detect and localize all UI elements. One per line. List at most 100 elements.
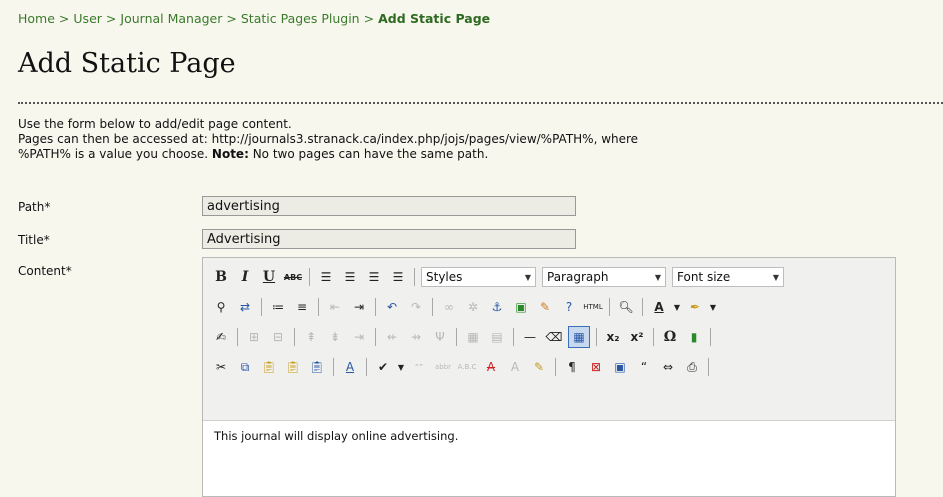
image-icon[interactable]: ▣ bbox=[511, 297, 531, 317]
path-input[interactable] bbox=[202, 196, 576, 216]
row-before-icon[interactable]: ⇞ bbox=[301, 327, 321, 347]
chevron-down-icon[interactable]: ▼ bbox=[673, 297, 681, 317]
align-center-icon[interactable]: ☰ bbox=[340, 267, 360, 287]
paste-icon[interactable]: 📋︎ bbox=[259, 357, 279, 377]
text-color-icon[interactable]: A bbox=[649, 297, 669, 317]
intro-line-1: Use the form below to add/edit page cont… bbox=[18, 117, 292, 131]
bullet-list-icon[interactable]: ≔ bbox=[268, 297, 288, 317]
toolbar-separator bbox=[710, 328, 711, 346]
delete-col-icon[interactable]: Ψ bbox=[430, 327, 450, 347]
col-before-icon[interactable]: ⇷ bbox=[382, 327, 402, 347]
paragraph-mark-icon[interactable]: ¶ bbox=[562, 357, 582, 377]
toolbar-separator bbox=[261, 298, 262, 316]
font-size-select[interactable]: Font size ▼ bbox=[672, 267, 784, 287]
attributes-icon[interactable]: ✎ bbox=[529, 357, 549, 377]
help-icon[interactable]: ? bbox=[559, 297, 579, 317]
align-justify-icon[interactable]: ☰ bbox=[388, 267, 408, 287]
acronym-icon[interactable]: A.B.C bbox=[457, 357, 477, 377]
toolbar-separator bbox=[333, 358, 334, 376]
breadcrumb-separator: > bbox=[363, 11, 375, 26]
undo-icon[interactable]: ↶ bbox=[382, 297, 402, 317]
title-input[interactable] bbox=[202, 229, 576, 249]
abbr-icon[interactable]: abbr bbox=[433, 357, 453, 377]
superscript-icon[interactable]: x² bbox=[627, 327, 647, 347]
toolbar-separator bbox=[375, 298, 376, 316]
styles-select[interactable]: Styles ▼ bbox=[421, 267, 536, 287]
intro-line-3: %PATH% is a value you choose. Note: No t… bbox=[18, 147, 928, 162]
special-char-icon[interactable]: Ω bbox=[660, 327, 680, 347]
table-props-icon[interactable]: ⊟ bbox=[268, 327, 288, 347]
redo-icon[interactable]: ↷ bbox=[406, 297, 426, 317]
strikethrough-button[interactable]: ABC bbox=[283, 267, 303, 287]
print-icon[interactable]: ⎙ bbox=[682, 357, 702, 377]
editor-content-area[interactable]: This journal will display online adverti… bbox=[203, 420, 895, 496]
bold-button[interactable]: B bbox=[211, 267, 231, 287]
toolbar-separator bbox=[555, 358, 556, 376]
horizontal-rule-icon[interactable]: — bbox=[520, 327, 540, 347]
breadcrumb-separator: > bbox=[226, 11, 237, 26]
non-breaking-icon[interactable]: ⊠ bbox=[586, 357, 606, 377]
html-icon[interactable]: HTML bbox=[583, 297, 603, 317]
italic-button[interactable]: I bbox=[235, 267, 255, 287]
underline-button[interactable]: U bbox=[259, 267, 279, 287]
toolbar-separator bbox=[653, 328, 654, 346]
spellcheck-icon[interactable]: ✔ bbox=[373, 357, 393, 377]
replace-icon[interactable]: ⇄ bbox=[235, 297, 255, 317]
media-icon[interactable]: ▮ bbox=[684, 327, 704, 347]
styles-select-value: Styles bbox=[426, 270, 463, 284]
paste-word-icon[interactable]: 📋︎ bbox=[307, 357, 327, 377]
visual-aid-icon[interactable]: ▦ bbox=[568, 326, 590, 348]
toolbar-separator bbox=[456, 328, 457, 346]
chevron-down-icon: ▼ bbox=[654, 272, 661, 282]
indent-icon[interactable]: ⇥ bbox=[349, 297, 369, 317]
breadcrumb-user[interactable]: User bbox=[73, 11, 102, 26]
outdent-icon[interactable]: ⇤ bbox=[325, 297, 345, 317]
edit-icon[interactable]: ✍ bbox=[211, 327, 231, 347]
paste-text-icon[interactable]: 📋︎ bbox=[283, 357, 303, 377]
page-break-icon[interactable]: ⇔ bbox=[658, 357, 678, 377]
breadcrumb-journal-manager[interactable]: Journal Manager bbox=[120, 11, 222, 26]
toolbar-separator bbox=[309, 268, 310, 286]
subscript-icon[interactable]: x₂ bbox=[603, 327, 623, 347]
chevron-down-icon[interactable]: ▼ bbox=[709, 297, 717, 317]
toolbar-separator bbox=[294, 328, 295, 346]
cut-icon[interactable]: ✂ bbox=[211, 357, 231, 377]
numbered-list-icon[interactable]: ≡ bbox=[292, 297, 312, 317]
insert-text-icon[interactable]: A bbox=[505, 357, 525, 377]
breadcrumb-separator: > bbox=[105, 11, 117, 26]
remove-format-icon[interactable]: ⌫ bbox=[544, 327, 564, 347]
editor-content-text[interactable]: This journal will display online adverti… bbox=[214, 429, 458, 443]
template-icon[interactable]: ▣ bbox=[610, 357, 630, 377]
paragraph-select-value: Paragraph bbox=[547, 270, 609, 284]
link-icon[interactable]: ∞ bbox=[439, 297, 459, 317]
cleanup-icon[interactable]: ✎ bbox=[535, 297, 555, 317]
split-cells-icon[interactable]: ▦ bbox=[463, 327, 483, 347]
paragraph-select[interactable]: Paragraph ▼ bbox=[542, 267, 666, 287]
unlink-icon[interactable]: ✲ bbox=[463, 297, 483, 317]
col-after-icon[interactable]: ⇸ bbox=[406, 327, 426, 347]
table-icon[interactable]: ⊞ bbox=[244, 327, 264, 347]
toolbar-separator bbox=[366, 358, 367, 376]
delete-row-icon[interactable]: ⇥ bbox=[349, 327, 369, 347]
toolbar-row-3: ✍ ⊞ ⊟ ⇞ ⇟ ⇥ ⇷ ⇸ Ψ ▦ ▤ — ⌫ ▦ x₂ x² Ω ▮ bbox=[211, 325, 717, 349]
anchor-icon[interactable]: ⚓ bbox=[487, 297, 507, 317]
preview-icon[interactable]: 🔍︎ bbox=[616, 297, 636, 317]
breadcrumb: Home > User > Journal Manager > Static Pages P… bbox=[18, 11, 490, 26]
merge-cells-icon[interactable]: ▤ bbox=[487, 327, 507, 347]
row-after-icon[interactable]: ⇟ bbox=[325, 327, 345, 347]
align-right-icon[interactable]: ☰ bbox=[364, 267, 384, 287]
align-left-icon[interactable]: ☰ bbox=[316, 267, 336, 287]
blockquote-icon[interactable]: “ bbox=[634, 357, 654, 377]
rich-text-editor[interactable]: B I U ABC ☰ ☰ ☰ ☰ Styles ▼ Paragraph ▼ Fon… bbox=[202, 257, 896, 497]
find-icon[interactable]: ⚲ bbox=[211, 297, 231, 317]
highlight-color-icon[interactable]: ✒ bbox=[685, 297, 705, 317]
cite-icon[interactable]: “” bbox=[409, 357, 429, 377]
chevron-down-icon[interactable]: ▼ bbox=[397, 357, 405, 377]
content-label: Content* bbox=[18, 264, 72, 278]
copy-icon[interactable]: ⧉ bbox=[235, 357, 255, 377]
breadcrumb-static-pages-plugin[interactable]: Static Pages Plugin bbox=[241, 11, 360, 26]
breadcrumb-current: Add Static Page bbox=[378, 11, 491, 26]
delete-text-icon[interactable]: A bbox=[481, 357, 501, 377]
breadcrumb-home[interactable]: Home bbox=[18, 11, 55, 26]
style-props-icon[interactable]: A bbox=[340, 357, 360, 377]
